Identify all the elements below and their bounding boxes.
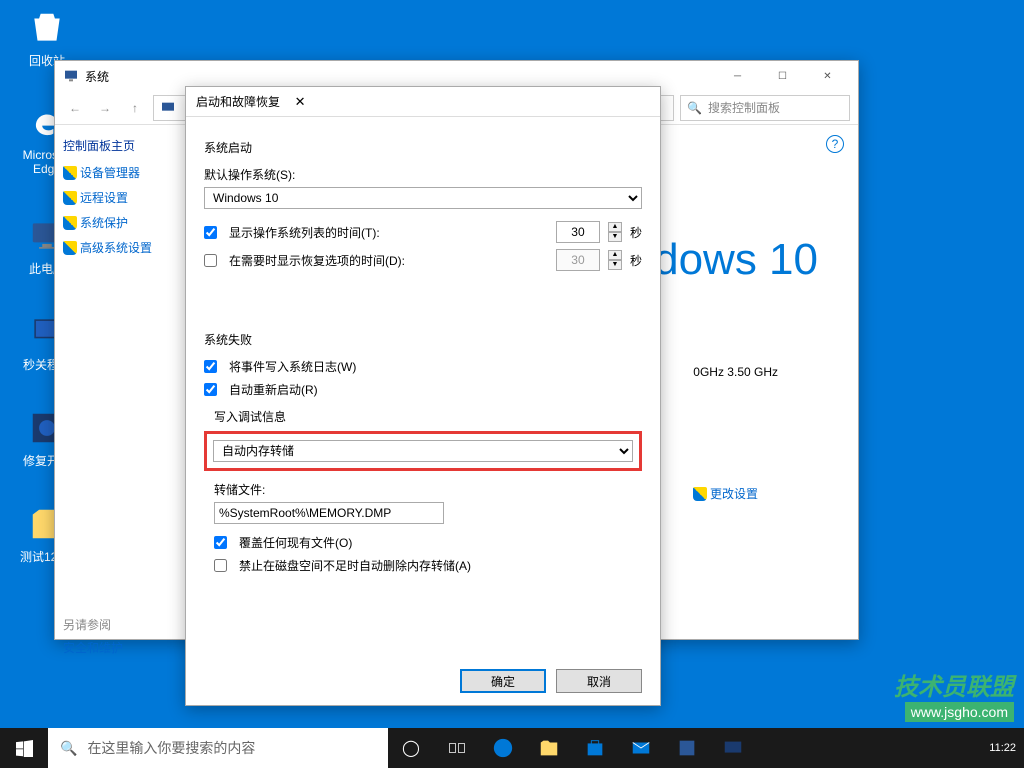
taskbar-app2-icon[interactable]	[710, 728, 756, 768]
overwrite-checkbox[interactable]	[214, 536, 227, 549]
taskbar-explorer-icon[interactable]	[526, 728, 572, 768]
forward-button[interactable]: →	[93, 96, 117, 120]
search-icon: 🔍	[60, 740, 77, 757]
task-view-icon[interactable]	[434, 728, 480, 768]
cortana-icon[interactable]: ◯	[388, 728, 434, 768]
show-recovery-label: 在需要时显示恢复选项的时间(D):	[229, 252, 548, 269]
dump-type-select[interactable]: 自动内存转储	[213, 440, 633, 462]
window-title: 系统	[85, 68, 109, 85]
boot-section-label: 系统启动	[204, 139, 642, 156]
disable-autodel-label: 禁止在磁盘空间不足时自动删除内存转储(A)	[239, 557, 471, 574]
os-list-seconds-input[interactable]	[556, 221, 600, 243]
windows-icon	[16, 740, 33, 757]
write-event-label: 将事件写入系统日志(W)	[229, 358, 356, 375]
minimize-button[interactable]: ─	[715, 61, 760, 91]
shield-icon	[63, 191, 77, 205]
default-os-select[interactable]: Windows 10	[204, 187, 642, 209]
close-button[interactable]: ✕	[805, 61, 850, 91]
taskbar-search[interactable]: 🔍 在这里输入你要搜索的内容	[48, 728, 388, 768]
search-icon: 🔍	[687, 101, 702, 115]
taskbar-store-icon[interactable]	[572, 728, 618, 768]
cancel-button[interactable]: 取消	[556, 669, 642, 693]
shield-icon	[63, 241, 77, 255]
dialog-titlebar[interactable]: 启动和故障恢复 ✕	[186, 87, 660, 117]
see-also-link[interactable]: 安全和维护	[63, 639, 182, 656]
shield-icon	[63, 166, 77, 180]
sidebar-link-advanced[interactable]: 高级系统设置	[63, 239, 182, 256]
windows10-logo-text: dows 10	[654, 235, 818, 285]
taskbar: 🔍 在这里输入你要搜索的内容 ◯ 11:22	[0, 728, 1024, 768]
show-os-list-label: 显示操作系统列表的时间(T):	[229, 224, 548, 241]
fail-section-label: 系统失败	[204, 331, 642, 348]
taskbar-mail-icon[interactable]	[618, 728, 664, 768]
ok-button[interactable]: 确定	[460, 669, 546, 693]
maximize-button[interactable]: ☐	[760, 61, 805, 91]
start-button[interactable]	[0, 728, 48, 768]
auto-restart-label: 自动重新启动(R)	[229, 381, 318, 398]
taskbar-edge-icon[interactable]	[480, 728, 526, 768]
help-icon[interactable]: ?	[826, 135, 844, 153]
debug-info-label: 写入调试信息	[214, 408, 642, 425]
back-button[interactable]: ←	[63, 96, 87, 120]
up-button[interactable]: ↑	[123, 96, 147, 120]
dump-file-input[interactable]	[214, 502, 444, 524]
sidebar: 控制面板主页 设备管理器 远程设置 系统保护 高级系统设置 另请参阅 安全和维护	[55, 125, 190, 639]
see-also-header: 另请参阅	[63, 616, 182, 633]
show-recovery-checkbox[interactable]	[204, 254, 217, 267]
spinner: ▲▼	[608, 250, 622, 270]
recovery-seconds-input	[556, 249, 600, 271]
spinner[interactable]: ▲▼	[608, 222, 622, 242]
watermark: 技术员联盟 www.jsgho.com	[894, 667, 1014, 722]
pc-icon	[160, 100, 176, 116]
write-event-checkbox[interactable]	[204, 360, 217, 373]
system-icon	[63, 68, 79, 84]
dialog-title: 启动和故障恢复	[196, 93, 280, 110]
overwrite-label: 覆盖任何现有文件(O)	[239, 534, 352, 551]
sidebar-link-remote[interactable]: 远程设置	[63, 189, 182, 206]
sidebar-home[interactable]: 控制面板主页	[63, 137, 182, 154]
shield-icon	[693, 487, 707, 501]
auto-restart-checkbox[interactable]	[204, 383, 217, 396]
sidebar-link-device-manager[interactable]: 设备管理器	[63, 164, 182, 181]
dump-file-label: 转储文件:	[214, 481, 642, 498]
startup-recovery-dialog: 启动和故障恢复 ✕ 系统启动 默认操作系统(S): Windows 10 显示操…	[185, 86, 661, 706]
taskbar-app1-icon[interactable]	[664, 728, 710, 768]
cpu-info: 0GHz 3.50 GHz	[693, 365, 778, 379]
show-os-list-checkbox[interactable]	[204, 226, 217, 239]
change-settings-link[interactable]: 更改设置	[693, 485, 758, 502]
default-os-label: 默认操作系统(S):	[204, 166, 642, 183]
taskbar-clock[interactable]: 11:22	[981, 742, 1024, 754]
highlighted-dump-select: 自动内存转储	[204, 431, 642, 471]
sidebar-link-protection[interactable]: 系统保护	[63, 214, 182, 231]
dialog-close-button[interactable]: ✕	[280, 94, 320, 110]
disable-autodel-checkbox[interactable]	[214, 559, 227, 572]
search-box[interactable]: 🔍 搜索控制面板	[680, 95, 850, 121]
shield-icon	[63, 216, 77, 230]
